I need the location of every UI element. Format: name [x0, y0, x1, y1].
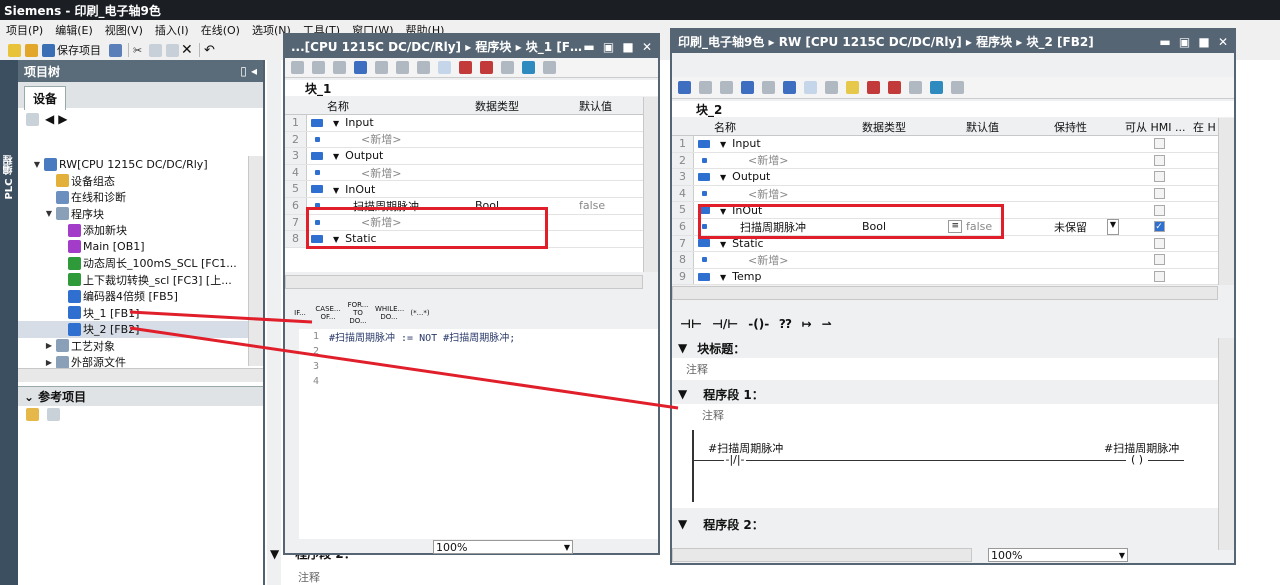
- arrow-to-fb1: [129, 310, 313, 324]
- arrow-to-fb2: [129, 326, 679, 410]
- annotation-arrows: [129, 310, 679, 410]
